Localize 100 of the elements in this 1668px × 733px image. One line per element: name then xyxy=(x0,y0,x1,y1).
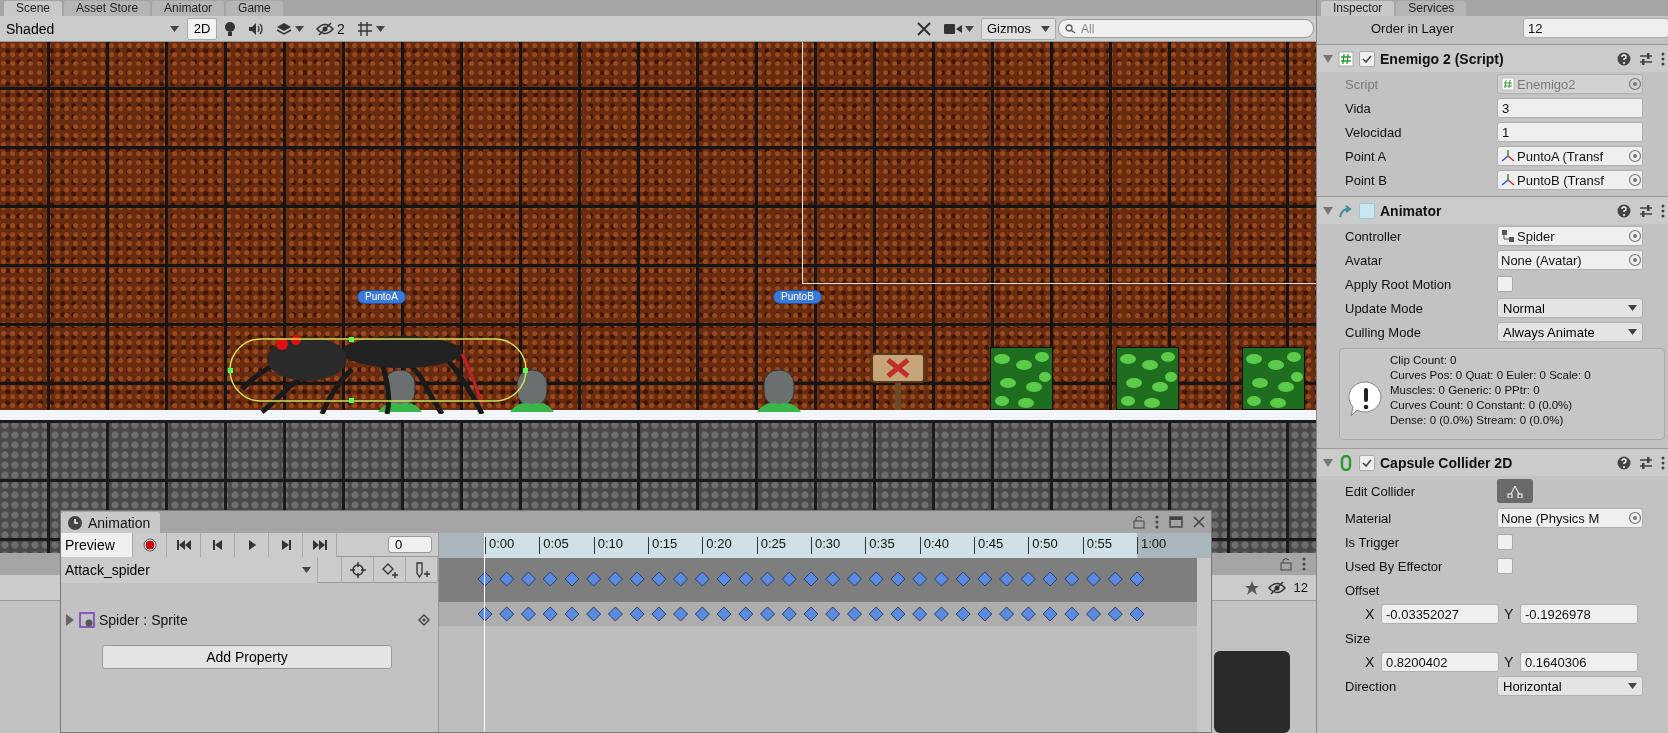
help-icon[interactable] xyxy=(1617,51,1631,66)
keyframe[interactable] xyxy=(1042,606,1058,622)
frame-field[interactable]: 0 xyxy=(388,536,432,553)
animation-tab[interactable]: Animation xyxy=(61,512,161,533)
dropdown-caret-icon xyxy=(1628,329,1637,335)
2d-mode-toggle[interactable]: 2D xyxy=(187,17,217,40)
more-options-icon[interactable] xyxy=(1661,51,1665,66)
hidden-eye-icon[interactable] xyxy=(316,21,334,36)
lock-icon[interactable] xyxy=(1133,515,1145,529)
panel-tab[interactable]: Scene xyxy=(4,1,63,16)
object-picker-icon[interactable] xyxy=(1628,149,1642,163)
dropdown[interactable]: Horizontal xyxy=(1497,676,1643,696)
camera-icon[interactable] xyxy=(943,22,962,35)
help-icon[interactable] xyxy=(1617,455,1631,470)
number-field[interactable]: 0.1640306 xyxy=(1520,652,1638,672)
object-picker-icon[interactable] xyxy=(1628,229,1642,243)
play-button[interactable] xyxy=(235,532,269,557)
hidden-object-count: 12 xyxy=(1293,580,1308,595)
help-icon[interactable] xyxy=(1617,203,1631,218)
panel-tab[interactable]: Game xyxy=(226,1,283,16)
tools-icon[interactable] xyxy=(915,20,932,37)
time-label: 0:20 xyxy=(702,537,732,554)
presets-icon[interactable] xyxy=(1639,51,1653,66)
animator-icon xyxy=(1338,202,1354,219)
panel-tab[interactable]: Inspector xyxy=(1321,1,1395,16)
speaker-icon[interactable] xyxy=(248,21,264,36)
layers-icon[interactable] xyxy=(276,21,292,36)
add-property-button[interactable]: Add Property xyxy=(102,645,392,669)
checkbox[interactable] xyxy=(1497,276,1513,292)
time-label: 0:15 xyxy=(648,537,678,554)
dropdown[interactable]: Always Animate xyxy=(1497,322,1643,342)
crosshair-icon[interactable] xyxy=(348,560,367,579)
keyframe[interactable] xyxy=(564,606,580,622)
keyframe[interactable] xyxy=(890,606,906,622)
lightbulb-icon[interactable] xyxy=(224,20,236,37)
search-field[interactable]: All xyxy=(1058,19,1314,38)
lock-icon[interactable] xyxy=(1280,557,1292,571)
enable-checkbox[interactable] xyxy=(1359,50,1375,67)
component-title: Enemigo 2 (Script) xyxy=(1380,50,1505,67)
dropdown[interactable]: Normal xyxy=(1497,298,1643,318)
timeline-ruler[interactable]: 0:00 0:05 0:10 0:15 0:20 0:25 0:30 0:35 0:40 0:45 0:50 0:55 1:00 xyxy=(439,533,1211,558)
expand-arrow-icon[interactable] xyxy=(1323,54,1333,63)
previous-keyframe-button[interactable] xyxy=(201,532,235,557)
waypoint-label: PuntoA xyxy=(357,290,406,304)
last-keyframe-button[interactable] xyxy=(303,532,337,557)
expand-arrow-icon[interactable] xyxy=(1323,206,1333,215)
object-field[interactable]: None (Avatar) xyxy=(1497,250,1643,270)
checkbox[interactable] xyxy=(1497,558,1513,574)
clock-icon xyxy=(67,514,83,531)
number-field[interactable]: 12 xyxy=(1523,18,1668,38)
preview-toggle[interactable]: Preview xyxy=(61,532,133,557)
number-field[interactable]: -0.03352027 xyxy=(1381,604,1499,624)
object-picker-icon[interactable] xyxy=(1628,253,1642,267)
expand-arrow-icon[interactable] xyxy=(1323,458,1333,467)
panel-tab[interactable]: Animator xyxy=(152,1,225,16)
enable-checkbox[interactable] xyxy=(1359,202,1375,219)
gizmos-dropdown[interactable]: Gizmos xyxy=(980,17,1056,40)
clip-dropdown[interactable]: Attack_spider xyxy=(61,556,318,583)
hidden-eye-icon[interactable] xyxy=(1267,580,1286,595)
expand-arrow-icon[interactable] xyxy=(65,614,75,626)
object-field[interactable]: PuntoA (Transf xyxy=(1497,146,1643,166)
object-field[interactable]: PuntoB (Transf xyxy=(1497,170,1643,190)
keyframe[interactable] xyxy=(716,606,732,622)
panel-tab[interactable]: Asset Store xyxy=(64,1,151,16)
object-field[interactable]: Spider xyxy=(1497,226,1643,246)
presets-icon[interactable] xyxy=(1639,455,1653,470)
edit-collider-button[interactable] xyxy=(1497,479,1533,503)
more-options-icon[interactable] xyxy=(1661,455,1665,470)
object-picker-icon[interactable] xyxy=(1628,511,1642,525)
keyframe[interactable] xyxy=(803,606,819,622)
hidden-object-count: 2 xyxy=(337,20,345,37)
number-field[interactable]: -0.1926978 xyxy=(1520,604,1638,624)
star-icon[interactable] xyxy=(1243,579,1260,596)
number-field[interactable]: 3 xyxy=(1497,98,1643,118)
number-field[interactable]: 0.8200402 xyxy=(1381,652,1499,672)
object-field[interactable]: None (Physics M xyxy=(1497,508,1643,528)
field-label: Vida xyxy=(1345,100,1372,116)
keyframe-diamond-icon[interactable] xyxy=(418,614,430,626)
transform-axes-icon xyxy=(1501,149,1515,163)
maximize-icon[interactable] xyxy=(1169,516,1183,528)
more-options-icon[interactable] xyxy=(1661,203,1665,218)
time-label: 1:00 xyxy=(1137,537,1167,554)
next-keyframe-button[interactable] xyxy=(269,532,303,557)
close-icon[interactable] xyxy=(1193,516,1205,528)
grid-icon[interactable] xyxy=(356,20,373,37)
panel-tab[interactable]: Services xyxy=(1396,1,1467,16)
enable-checkbox[interactable] xyxy=(1359,454,1375,471)
presets-icon[interactable] xyxy=(1639,203,1653,218)
object-picker-icon[interactable] xyxy=(1628,173,1642,187)
sprite-thumbnail[interactable] xyxy=(1214,651,1290,733)
number-field[interactable]: 1 xyxy=(1497,122,1643,142)
more-options-icon[interactable] xyxy=(1155,515,1159,529)
first-keyframe-button[interactable] xyxy=(167,532,201,557)
keyframe[interactable] xyxy=(1129,606,1145,622)
scrollbar[interactable] xyxy=(1197,558,1211,732)
field-label: Edit Collider xyxy=(1345,483,1417,499)
more-options-icon[interactable] xyxy=(1302,557,1306,571)
leafy-bush-drawing xyxy=(990,347,1053,410)
checkbox[interactable] xyxy=(1497,534,1513,550)
field-label: Size xyxy=(1345,630,1372,646)
